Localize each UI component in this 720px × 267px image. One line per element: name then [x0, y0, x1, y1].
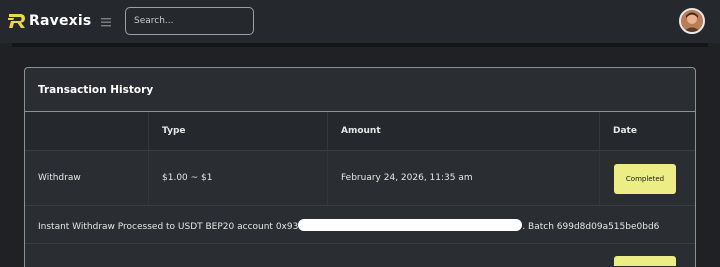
transaction-table: Type Amount Date Withdraw $1.00 ~ $1 Feb… — [25, 112, 695, 266]
column-divider — [599, 151, 600, 205]
header-amount: Amount — [341, 126, 381, 136]
user-avatar-icon[interactable] — [679, 8, 705, 34]
column-divider — [148, 112, 149, 150]
hamburger-menu-icon[interactable] — [99, 14, 113, 28]
status-badge — [614, 256, 676, 266]
brand-name: Ravexis — [29, 13, 92, 29]
brand-logo[interactable]: Ravexis — [8, 11, 91, 31]
cell-type: Withdraw — [38, 173, 81, 183]
column-divider — [148, 151, 149, 205]
table-header-row: Type Amount Date — [25, 112, 695, 151]
ravexis-logo-icon — [8, 14, 25, 28]
status-badge: Completed — [614, 164, 676, 194]
transaction-detail-row: Instant Withdraw Processed to USDT BEP20… — [25, 206, 695, 244]
content-divider — [12, 43, 708, 47]
transaction-detail-text: Instant Withdraw Processed to USDT BEP20… — [38, 219, 659, 232]
top-navbar: Ravexis — [0, 0, 720, 43]
column-divider — [327, 151, 328, 205]
header-date: Date — [613, 126, 637, 136]
table-row[interactable] — [25, 244, 695, 266]
column-divider — [327, 112, 328, 150]
table-row[interactable]: Withdraw $1.00 ~ $1 February 24, 2026, 1… — [25, 151, 695, 206]
main-content: Transaction History Type Amount Date Wit… — [0, 43, 720, 267]
header-type: Type — [162, 126, 186, 136]
redacted-address — [298, 219, 523, 231]
column-divider — [599, 112, 600, 150]
search-input[interactable] — [125, 7, 254, 35]
card-title: Transaction History — [25, 68, 695, 112]
detail-suffix: . Batch 699d8d09a515be0bd6 — [522, 222, 660, 232]
transaction-history-card: Transaction History Type Amount Date Wit… — [24, 67, 696, 267]
cell-amount: $1.00 ~ $1 — [162, 173, 213, 183]
detail-prefix: Instant Withdraw Processed to USDT BEP20… — [38, 222, 299, 232]
cell-date: February 24, 2026, 11:35 am — [341, 173, 473, 183]
